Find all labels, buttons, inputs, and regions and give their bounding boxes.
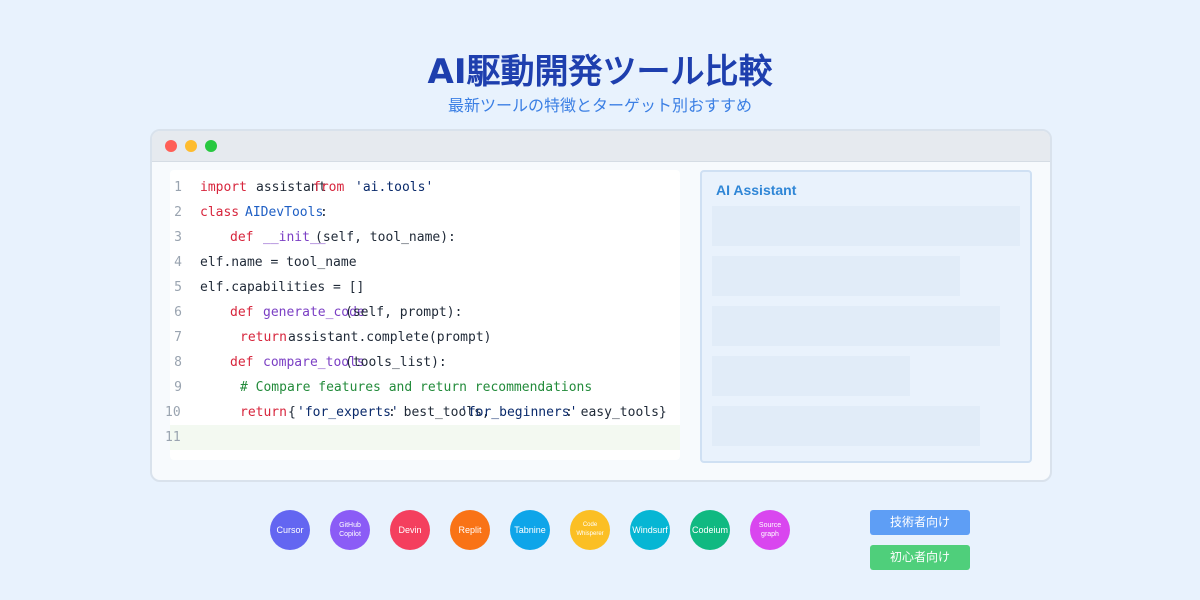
code-token: import [200,180,247,195]
code-line: 1 import assistant from'ai.tools' [170,175,680,200]
close-window-dot[interactable] [165,140,177,152]
line-number: 5 [174,280,182,295]
assistant-message-placeholder [712,206,1020,246]
code-line: 6 def generate_code (self, prompt): [170,300,680,325]
code-token: return [240,405,287,420]
code-token: AIDevTools [245,205,324,220]
code-token: (tools_list): [345,355,447,370]
window-titlebar [152,131,1050,162]
code-token: (self, prompt): [345,305,463,320]
code-token: assistant.complete(prompt) [288,330,492,345]
line-number: 4 [174,255,182,270]
code-token: def [230,230,254,245]
code-token: 'for_experts' [297,405,399,420]
code-line: 7 return assistant.complete(prompt) [170,325,680,350]
code-line: 8 def compare_tools (tools_list): [170,350,680,375]
code-token: class [200,205,240,220]
code-token: elf.capabilities = [] [200,280,365,295]
app-window: 1 import assistant from'ai.tools' 2 class AIDe… [150,129,1052,482]
code-token: def [230,305,254,320]
assistant-message-placeholder [712,406,980,446]
tool-badge-replit[interactable]: Replit [450,510,490,550]
experts-tag[interactable]: 技術者向け [870,510,970,535]
code-token: # Compare features and return recommenda… [240,380,593,395]
line-number: 8 [174,355,182,370]
code-token: 'ai.tools' [355,180,434,195]
code-token: { [288,405,296,420]
line-number: 2 [174,205,182,220]
tool-badge-codeium[interactable]: Codeium [690,510,730,550]
line-number: 10 [165,405,181,420]
minimize-window-dot[interactable] [185,140,197,152]
line-number: 1 [174,180,182,195]
line-number: 6 [174,305,182,320]
code-line: 5 elf.capabilities = [] [170,275,680,300]
line-number: 11 [165,430,181,445]
page-title: AI駆動開発ツール比較 [427,52,773,92]
code-line: 2 class AIDevTools: [170,200,680,225]
tool-badge-devin[interactable]: Devin [390,510,430,550]
code-token: (self, tool_name): [315,230,456,245]
maximize-window-dot[interactable] [205,140,217,152]
tool-badge-tabnine[interactable]: Tabnine [510,510,550,550]
assistant-title: AI Assistant [716,182,797,198]
tool-badge-source-graph[interactable]: Source graph [750,510,790,550]
line-number: 7 [174,330,182,345]
tool-badge-github-copilot[interactable]: GitHub Copilot [330,510,370,550]
tool-badge-windsurf[interactable]: Windsurf [630,510,670,550]
assistant-message-placeholder [712,256,960,296]
code-token: from [313,180,345,195]
code-line: 3 def __init__ (self, tool_name): [170,225,680,250]
line-number: 3 [174,230,182,245]
code-line: 11 [165,425,680,450]
code-line: 4 elf.name = tool_name [170,250,680,275]
code-line: 10 return{'for_experts': best_tools,'for_… [165,400,680,425]
tool-badge-cursor[interactable]: Cursor [270,510,310,550]
assistant-message-placeholder [712,306,1000,346]
assistant-message-placeholder [712,356,910,396]
code-token: : easy_tools} [565,405,667,420]
tool-badge-code-whisperer[interactable]: Code Whisperer [570,510,610,550]
line-number: 9 [174,380,182,395]
ai-assistant-panel: AI Assistant [700,170,1032,463]
code-editor[interactable]: 1 import assistant from'ai.tools' 2 class AIDe… [165,170,680,460]
page-subtitle: 最新ツールの特徴とターゲット別おすすめ [447,96,752,115]
code-token: def [230,355,254,370]
code-token: 'for_beginners' [460,405,578,420]
code-token: elf.name = tool_name [200,255,357,270]
code-token: : [320,205,328,220]
code-line: 9 # Compare features and return recommend… [170,375,680,400]
code-token: return [240,330,287,345]
beginners-tag[interactable]: 初心者向け [870,545,970,570]
